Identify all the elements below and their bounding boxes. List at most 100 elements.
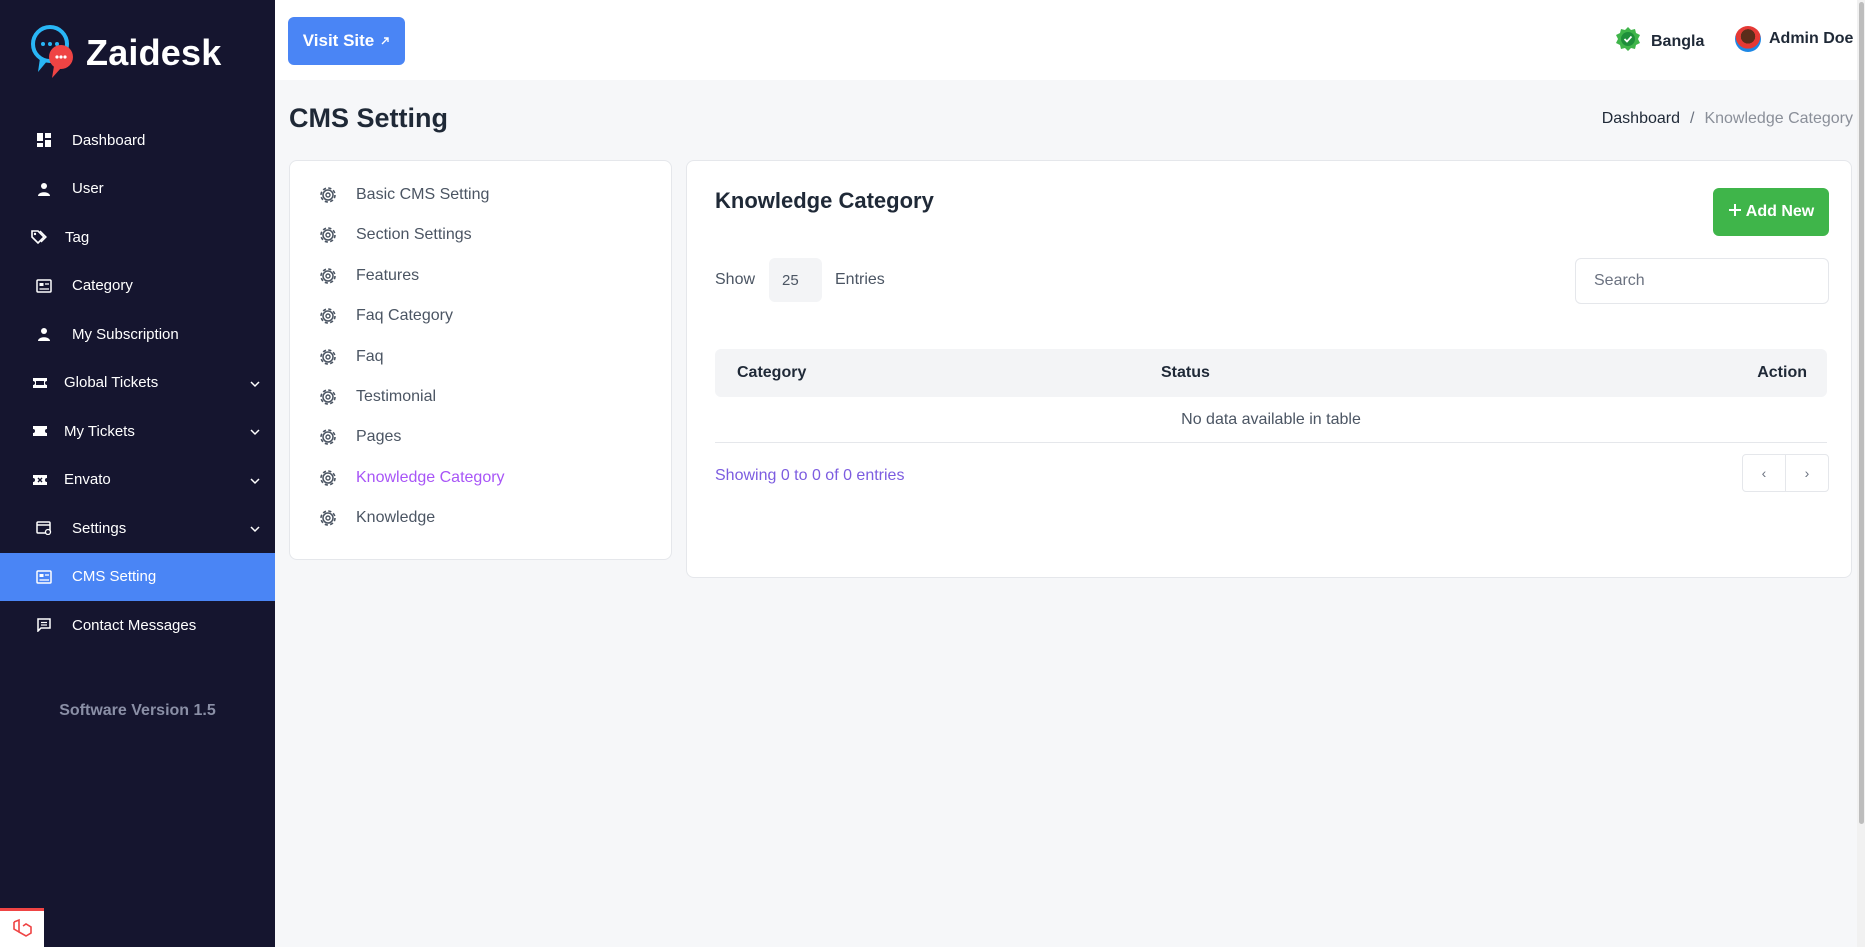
cms-menu-item-knowledge-category[interactable]: Knowledge Category: [318, 468, 505, 488]
user-menu[interactable]: Admin Doe: [1735, 26, 1853, 52]
visit-site-button[interactable]: Visit Site: [288, 17, 405, 65]
sidebar-item-global-tickets[interactable]: Global Tickets: [0, 359, 275, 408]
sidebar-item-user[interactable]: User: [0, 165, 275, 214]
settings-window-icon: [36, 520, 52, 536]
pagination: ‹ ›: [1742, 454, 1829, 492]
chevron-down-icon: [249, 377, 261, 389]
cms-menu-item-pages[interactable]: Pages: [318, 427, 401, 447]
language-label: Bangla: [1651, 32, 1705, 50]
column-header-action[interactable]: Action: [1757, 364, 1807, 382]
cms-icon: [36, 569, 52, 585]
entries-select[interactable]: 25: [769, 258, 822, 302]
show-label: Show: [715, 271, 756, 288]
brand[interactable]: Zaidesk: [30, 24, 221, 82]
sidebar-item-label: Settings: [72, 519, 127, 537]
gear-icon: [318, 306, 338, 326]
breadcrumb-home[interactable]: Dashboard: [1602, 110, 1680, 128]
cms-menu-item-faq-category[interactable]: Faq Category: [318, 306, 453, 326]
cms-menu-item-features[interactable]: Features: [318, 266, 419, 286]
sidebar-item-label: User: [72, 180, 104, 198]
visit-site-label: Visit Site: [302, 31, 375, 50]
cms-menu-label: Pages: [356, 428, 402, 445]
add-new-label: Add New: [1745, 203, 1815, 220]
cms-menu-label: Faq Category: [356, 307, 453, 324]
cms-menu-label: Knowledge: [356, 509, 436, 526]
sidebar-item-label: My Subscription: [72, 325, 179, 343]
chevron-down-icon: [249, 425, 261, 437]
scrollbar-thumb[interactable]: [1859, 2, 1864, 824]
cms-menu-item-faq[interactable]: Faq: [318, 347, 384, 367]
message-icon: [36, 617, 52, 633]
cms-menu-item-testimonial[interactable]: Testimonial: [318, 387, 436, 407]
gear-icon: [318, 225, 338, 245]
avatar: [1735, 26, 1761, 52]
zaidesk-logo-icon: [30, 24, 78, 82]
page-scrollbar[interactable]: [1857, 0, 1865, 947]
sidebar-item-label: Global Tickets: [64, 374, 159, 392]
gear-icon: [318, 185, 338, 205]
language-selector[interactable]: Bangla: [1615, 26, 1704, 57]
card-title: Knowledge Category: [715, 188, 934, 213]
sidebar-item-envato[interactable]: Envato: [0, 456, 275, 505]
chevron-down-icon: [249, 474, 261, 486]
user-icon: [36, 181, 52, 197]
sidebar: Zaidesk Dashboard User Tag Category My S…: [0, 0, 275, 947]
add-new-button[interactable]: Add New: [1713, 188, 1829, 236]
sidebar-item-label: Category: [72, 277, 133, 295]
sidebar-item-my-tickets[interactable]: My Tickets: [0, 407, 275, 456]
column-header-status[interactable]: Status: [1161, 364, 1210, 382]
dashboard-icon: [36, 132, 52, 148]
sidebar-item-label: CMS Setting: [72, 568, 157, 586]
ticket-icon: [32, 423, 48, 439]
user-name: Admin Doe: [1769, 30, 1854, 47]
cms-menu-item-basic-cms-setting[interactable]: Basic CMS Setting: [318, 185, 489, 205]
laravel-icon[interactable]: [0, 908, 44, 947]
sidebar-item-label: My Tickets: [64, 422, 135, 440]
empty-table-message: No data available in table: [715, 397, 1827, 443]
sidebar-item-settings[interactable]: Settings: [0, 504, 275, 553]
sidebar-item-label: Dashboard: [72, 131, 146, 149]
breadcrumb-separator: /: [1690, 110, 1695, 127]
cms-menu-label: Faq: [356, 348, 384, 365]
category-icon: [36, 278, 52, 294]
knowledge-category-card: Knowledge Category Add New Show 25 Entri…: [686, 160, 1852, 578]
sidebar-item-label: Tag: [65, 228, 90, 246]
brand-name: Zaidesk: [86, 32, 222, 73]
cms-menu-item-knowledge[interactable]: Knowledge: [318, 508, 435, 528]
search-input[interactable]: [1575, 258, 1829, 304]
gear-icon: [318, 347, 338, 367]
previous-page-button[interactable]: ‹: [1743, 455, 1785, 491]
ticket-icon: [32, 375, 48, 391]
sidebar-item-tag[interactable]: Tag: [0, 213, 275, 262]
gear-icon: [318, 387, 338, 407]
envato-icon: [32, 472, 48, 488]
plus-icon: [1728, 203, 1742, 222]
sidebar-item-dashboard[interactable]: Dashboard: [0, 116, 275, 165]
sidebar-item-category[interactable]: Category: [0, 262, 275, 311]
table-header: Category Status Action: [715, 349, 1827, 397]
cms-menu-label: Section Settings: [356, 226, 472, 243]
gear-icon: [318, 508, 338, 528]
tag-icon: [31, 229, 47, 245]
sidebar-item-my-subscription[interactable]: My Subscription: [0, 310, 275, 359]
topbar: Visit Site Bangla Admin Doe: [275, 0, 1865, 80]
user-icon: [36, 326, 52, 342]
external-link-icon: [380, 31, 390, 51]
page-title: CMS Setting: [289, 103, 448, 133]
column-header-category[interactable]: Category: [737, 364, 806, 382]
sidebar-item-cms-setting[interactable]: CMS Setting: [0, 552, 275, 601]
gear-icon: [318, 266, 338, 286]
cms-menu-item-section-settings[interactable]: Section Settings: [318, 225, 472, 245]
sidebar-item-contact-messages[interactable]: Contact Messages: [0, 601, 275, 650]
breadcrumb: Dashboard / Knowledge Category: [1602, 110, 1853, 128]
breadcrumb-current: Knowledge Category: [1704, 110, 1853, 127]
next-page-button[interactable]: ›: [1785, 455, 1828, 491]
cms-menu-label: Testimonial: [356, 388, 437, 405]
cms-menu-label: Knowledge Category: [356, 469, 505, 486]
chevron-down-icon: [249, 522, 261, 534]
entries-label: Entries: [835, 271, 885, 288]
gear-icon: [318, 427, 338, 447]
cms-menu-label: Features: [356, 267, 420, 284]
software-version: Software Version 1.5: [59, 702, 216, 719]
language-badge-icon: [1615, 26, 1641, 57]
